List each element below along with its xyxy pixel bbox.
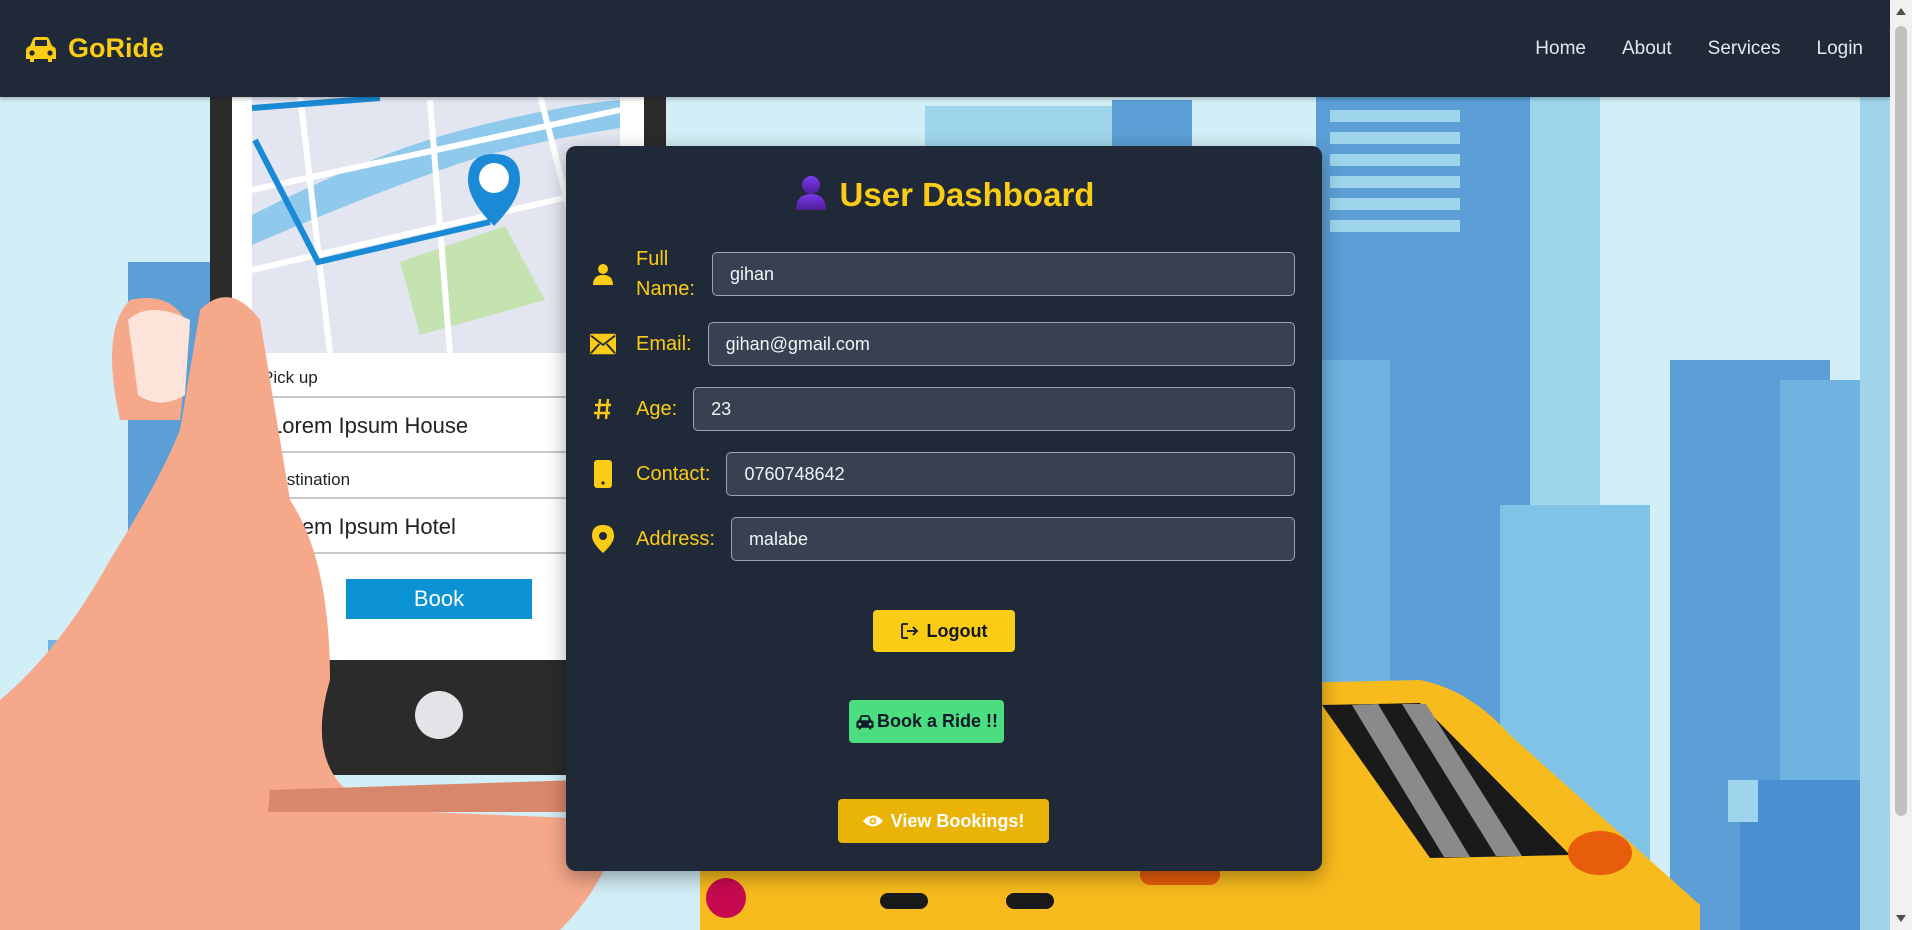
nav-link-services[interactable]: Services bbox=[1708, 38, 1781, 60]
logout-button[interactable]: Logout bbox=[873, 610, 1015, 652]
pickup-value: Lorem Ipsum House bbox=[270, 413, 468, 438]
full-name-field[interactable] bbox=[712, 252, 1295, 296]
email-field[interactable] bbox=[707, 322, 1295, 366]
email-row: Email: bbox=[590, 322, 1295, 366]
car-icon bbox=[24, 35, 58, 63]
nav-links: Home About Services Login bbox=[1499, 38, 1863, 60]
age-label: Age: bbox=[636, 398, 678, 420]
contact-row: Contact: bbox=[590, 452, 1295, 496]
car-icon bbox=[856, 714, 874, 729]
address-field[interactable] bbox=[730, 517, 1295, 561]
view-bookings-button[interactable]: View Bookings! bbox=[838, 799, 1049, 843]
view-bookings-label: View Bookings! bbox=[890, 810, 1025, 831]
nav-link-login[interactable]: Login bbox=[1817, 38, 1864, 60]
nav-link-home[interactable]: Home bbox=[1535, 38, 1586, 60]
book-ride-button[interactable]: Book a Ride !! bbox=[849, 700, 1004, 743]
phone-icon bbox=[590, 460, 616, 488]
scrollbar[interactable] bbox=[1890, 0, 1912, 930]
nav-link-about[interactable]: About bbox=[1622, 38, 1672, 60]
dashboard-title: User Dashboard bbox=[839, 175, 1095, 213]
map-pin-icon bbox=[590, 525, 616, 553]
brand-name: GoRide bbox=[68, 33, 165, 63]
age-field[interactable] bbox=[693, 387, 1295, 431]
brand[interactable]: GoRide bbox=[24, 33, 164, 64]
navbar: GoRide Home About Services Login bbox=[0, 0, 1890, 97]
logout-label: Logout bbox=[926, 620, 988, 641]
full-name-label: Full Name: bbox=[636, 248, 695, 300]
logout-icon bbox=[900, 623, 918, 639]
address-row: Address: bbox=[590, 517, 1295, 561]
user-icon bbox=[794, 174, 828, 215]
user-icon bbox=[590, 263, 616, 285]
scroll-down-arrow-icon[interactable] bbox=[1896, 915, 1906, 922]
user-dashboard-card: User Dashboard Full Name: Email: Age: Co… bbox=[566, 146, 1322, 871]
contact-field[interactable] bbox=[726, 452, 1295, 496]
eye-icon bbox=[862, 815, 883, 827]
mock-book-label: Book bbox=[414, 586, 465, 611]
full-name-row: Full Name: bbox=[590, 244, 1295, 304]
age-row: Age: bbox=[590, 387, 1295, 431]
email-label: Email: bbox=[636, 333, 692, 355]
envelope-icon bbox=[590, 333, 616, 355]
book-ride-label: Book a Ride !! bbox=[876, 711, 998, 731]
scroll-thumb[interactable] bbox=[1895, 26, 1907, 816]
dashboard-header: User Dashboard bbox=[566, 174, 1322, 215]
hash-icon bbox=[590, 398, 616, 420]
contact-label: Contact: bbox=[636, 463, 711, 485]
scroll-up-arrow-icon[interactable] bbox=[1896, 8, 1906, 15]
address-label: Address: bbox=[636, 528, 715, 550]
